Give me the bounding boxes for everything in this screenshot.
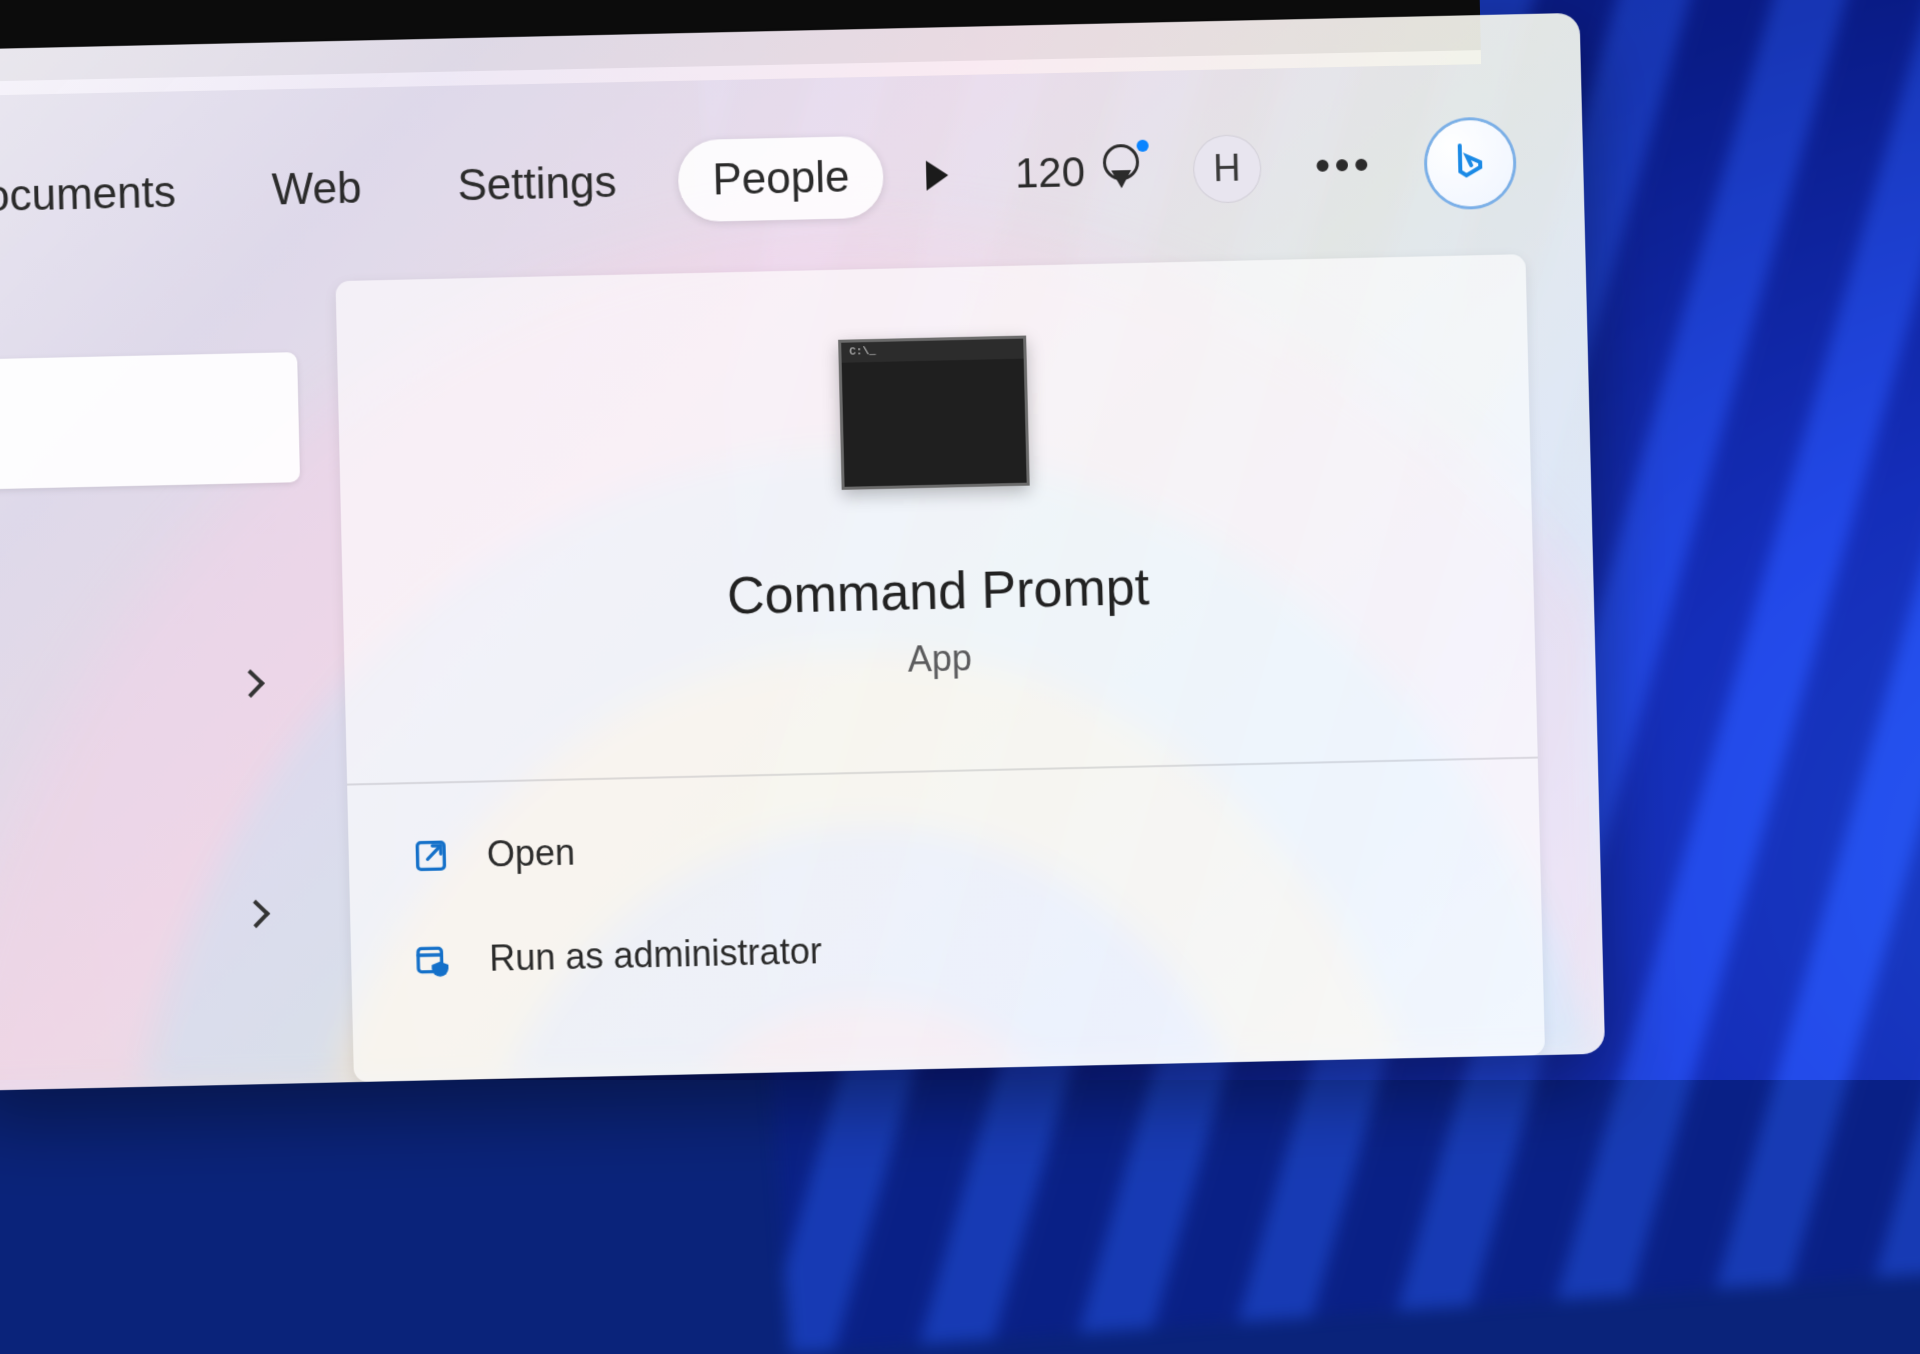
tab-web[interactable]: Web <box>237 147 397 233</box>
rewards-points-value: 120 <box>1014 148 1085 198</box>
medal-icon <box>1098 144 1143 199</box>
search-highlights-button[interactable] <box>908 147 965 204</box>
result-title: Command Prompt <box>726 557 1149 627</box>
action-run-as-administrator[interactable]: Run as administrator <box>402 900 1491 997</box>
action-open-label: Open <box>486 832 575 876</box>
tab-people[interactable]: People <box>678 136 885 223</box>
run-admin-icon <box>411 937 456 982</box>
tab-documents[interactable]: Documents <box>0 151 211 239</box>
user-avatar[interactable]: H <box>1192 134 1262 204</box>
rewards-button[interactable]: 120 <box>1014 144 1143 201</box>
best-match-card[interactable] <box>0 352 300 490</box>
tab-settings[interactable]: Settings <box>423 141 652 228</box>
play-icon <box>926 160 949 191</box>
bing-icon <box>1446 139 1495 188</box>
action-admin-label: Run as administrator <box>489 930 822 980</box>
search-panel-header: Documents Web Settings People 120 H ••• <box>0 91 1585 268</box>
result-subtype: App <box>907 637 972 681</box>
bing-chat-button[interactable] <box>1426 119 1514 207</box>
command-prompt-app-icon: C:\_ <box>838 336 1030 490</box>
notification-dot-icon <box>1136 140 1148 152</box>
action-open[interactable]: Open <box>400 796 1488 893</box>
chevron-right-icon <box>242 900 270 928</box>
open-external-icon <box>408 833 453 878</box>
result-expand-row-2[interactable] <box>0 873 311 961</box>
result-actions: Open Run as administrator <box>347 759 1543 998</box>
more-options-button[interactable]: ••• <box>1311 151 1378 182</box>
filter-tabs: Documents Web Settings People <box>0 136 884 239</box>
results-list <box>0 352 314 1091</box>
app-icon-prompt-text: C:\_ <box>849 346 876 359</box>
result-hero: C:\_ Command Prompt App <box>335 254 1537 785</box>
header-right-controls: 120 H ••• <box>908 119 1544 219</box>
result-expand-row-1[interactable] <box>0 642 306 730</box>
result-detail-pane: C:\_ Command Prompt App Open <box>335 254 1545 1082</box>
start-search-panel: Documents Web Settings People 120 H ••• <box>0 13 1605 1091</box>
chevron-right-icon <box>237 669 265 697</box>
